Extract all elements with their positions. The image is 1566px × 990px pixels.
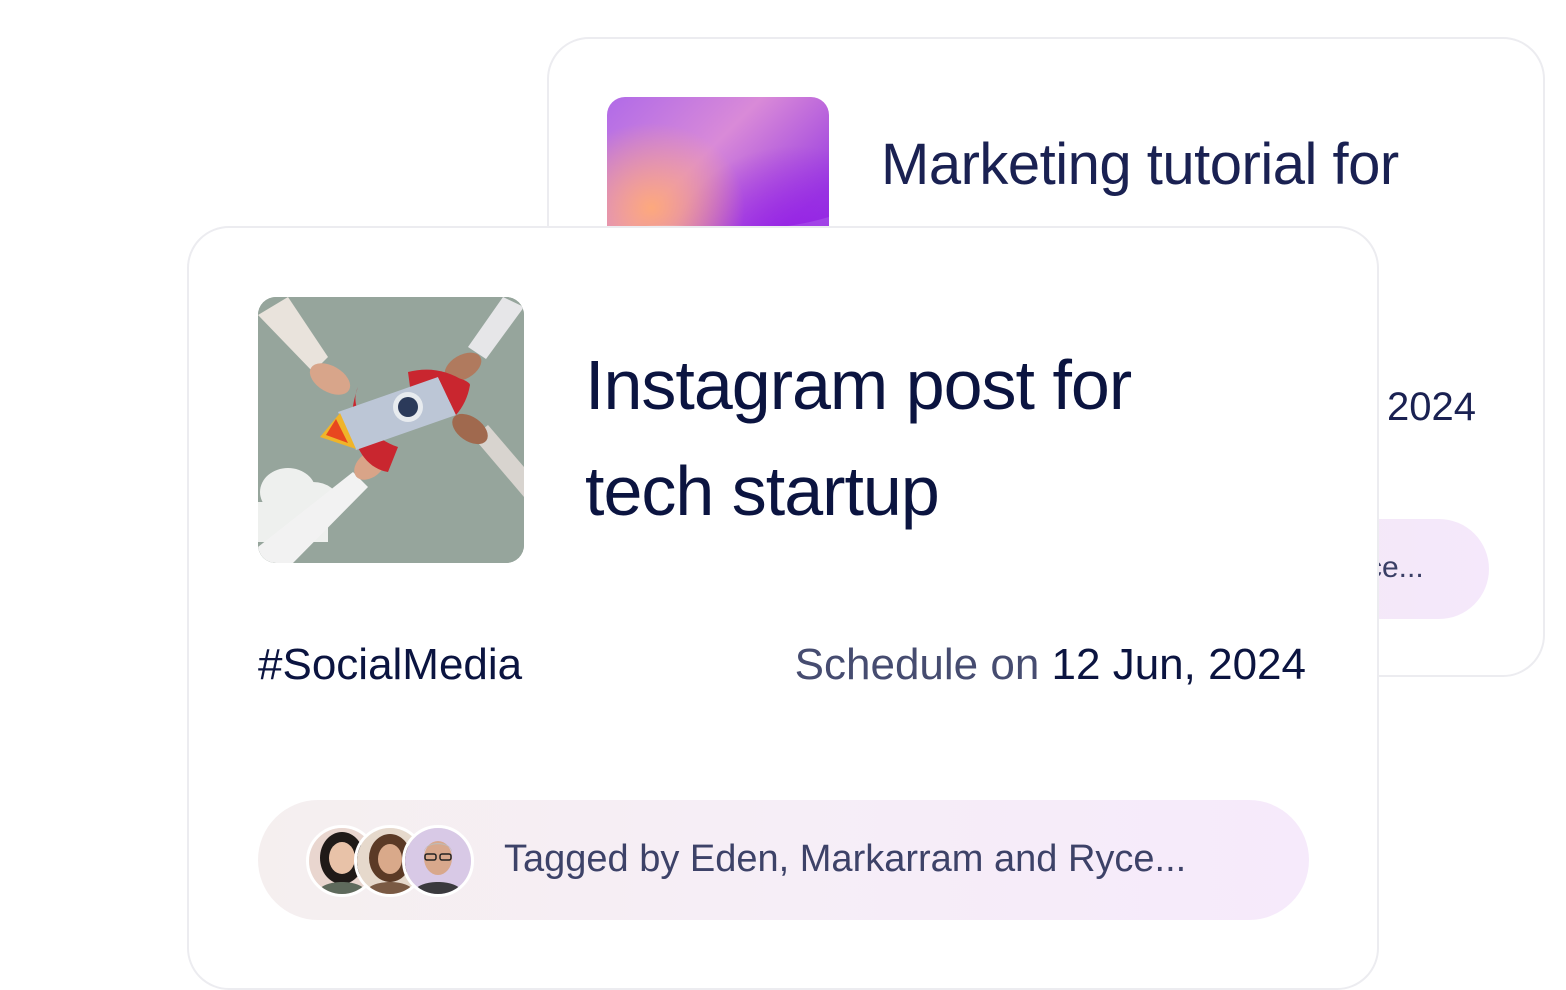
schedule-label: Schedule on [794,640,1040,689]
hashtag-link[interactable]: #SocialMedia [258,640,522,690]
front-post-card[interactable]: Instagram post for tech startup #SocialM… [187,226,1379,990]
schedule-date: 12 Jun, 2024 [1051,640,1306,689]
post-title: Instagram post for tech startup [585,332,1305,544]
post-thumbnail-image [258,297,524,563]
post-title-line-2: tech startup [585,452,940,530]
post-title-line-1: Instagram post for [585,346,1132,424]
schedule-info: Schedule on 12 Jun, 2024 [795,640,1306,690]
back-post-date: 2024 [1387,385,1476,429]
tagged-by-text: Tagged by Eden, Markarram and Ryce... [504,838,1187,880]
rocket-teamwork-icon [258,297,524,563]
back-post-title: Marketing tutorial for [881,132,1399,197]
avatar-ryce[interactable] [402,825,474,897]
tagged-by-pill[interactable]: Tagged by Eden, Markarram and Ryce... [258,800,1309,920]
